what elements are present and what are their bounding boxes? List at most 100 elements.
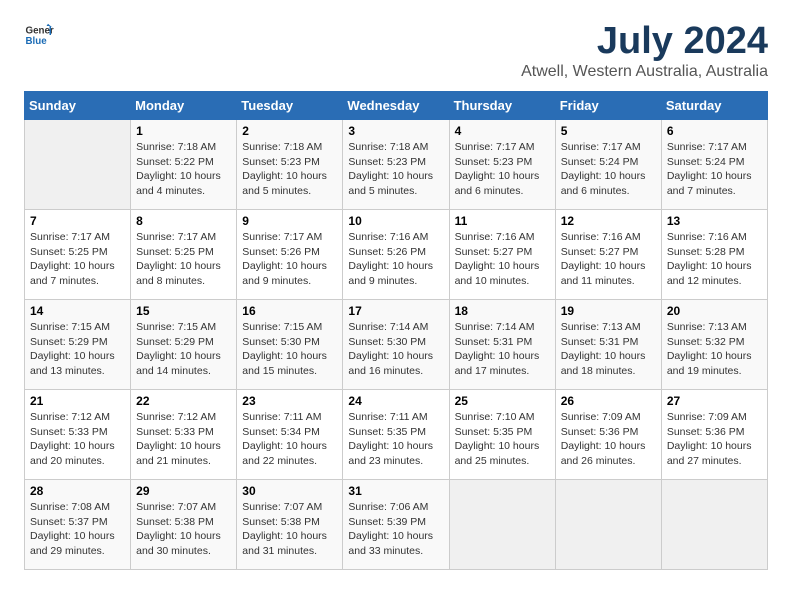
day-number: 8 xyxy=(136,214,231,228)
day-info: Sunrise: 7:16 AM Sunset: 5:27 PM Dayligh… xyxy=(561,230,656,289)
calendar-cell: 10Sunrise: 7:16 AM Sunset: 5:26 PM Dayli… xyxy=(343,210,449,300)
week-row-4: 28 Sunrise: 7:08 AM Sunset: 5:37 PM Dayli… xyxy=(25,480,768,570)
weekday-header-thursday: Thursday xyxy=(449,92,555,120)
calendar-cell xyxy=(661,480,767,570)
calendar-cell: 4 Sunrise: 7:17 AM Sunset: 5:23 PM Daylig… xyxy=(449,120,555,210)
weekday-header-sunday: Sunday xyxy=(25,92,131,120)
day-number: 24 xyxy=(348,394,443,408)
weekday-header-monday: Monday xyxy=(131,92,237,120)
calendar-cell: 1 Sunrise: 7:18 AM Sunset: 5:22 PM Daylig… xyxy=(131,120,237,210)
day-number: 20 xyxy=(667,304,762,318)
day-info: Sunrise: 7:17 AM Sunset: 5:24 PM Dayligh… xyxy=(667,140,762,199)
calendar-cell: 15 Sunrise: 7:15 AM Sunset: 5:29 PM Dayli… xyxy=(131,300,237,390)
calendar-cell: 16 Sunrise: 7:15 AM Sunset: 5:30 PM Dayli… xyxy=(237,300,343,390)
day-info: Sunrise: 7:12 AM Sunset: 5:33 PM Dayligh… xyxy=(30,410,125,469)
calendar-cell: 22 Sunrise: 7:12 AM Sunset: 5:33 PM Dayli… xyxy=(131,390,237,480)
day-info: Sunrise: 7:16 AM Sunset: 5:26 PM Dayligh… xyxy=(348,230,443,289)
day-number: 23 xyxy=(242,394,337,408)
day-info: Sunrise: 7:17 AM Sunset: 5:24 PM Dayligh… xyxy=(561,140,656,199)
subtitle: Atwell, Western Australia, Australia xyxy=(521,63,768,81)
day-number: 1 xyxy=(136,124,231,138)
day-number: 30 xyxy=(242,484,337,498)
calendar-cell: 23Sunrise: 7:11 AM Sunset: 5:34 PM Dayli… xyxy=(237,390,343,480)
day-number: 5 xyxy=(561,124,656,138)
day-number: 31 xyxy=(348,484,443,498)
calendar-cell xyxy=(25,120,131,210)
day-number: 22 xyxy=(136,394,231,408)
calendar-table: SundayMondayTuesdayWednesdayThursdayFrid… xyxy=(24,91,768,570)
day-info: Sunrise: 7:16 AM Sunset: 5:28 PM Dayligh… xyxy=(667,230,762,289)
day-info: Sunrise: 7:16 AM Sunset: 5:27 PM Dayligh… xyxy=(455,230,550,289)
day-info: Sunrise: 7:17 AM Sunset: 5:25 PM Dayligh… xyxy=(30,230,125,289)
day-info: Sunrise: 7:13 AM Sunset: 5:32 PM Dayligh… xyxy=(667,320,762,379)
logo: General Blue xyxy=(24,20,54,50)
calendar-cell xyxy=(449,480,555,570)
day-info: Sunrise: 7:08 AM Sunset: 5:37 PM Dayligh… xyxy=(30,500,125,559)
weekday-header-friday: Friday xyxy=(555,92,661,120)
calendar-cell: 8Sunrise: 7:17 AM Sunset: 5:25 PM Daylig… xyxy=(131,210,237,300)
calendar-cell: 31 Sunrise: 7:06 AM Sunset: 5:39 PM Dayli… xyxy=(343,480,449,570)
day-info: Sunrise: 7:18 AM Sunset: 5:23 PM Dayligh… xyxy=(242,140,337,199)
calendar-cell: 5 Sunrise: 7:17 AM Sunset: 5:24 PM Daylig… xyxy=(555,120,661,210)
day-info: Sunrise: 7:18 AM Sunset: 5:22 PM Dayligh… xyxy=(136,140,231,199)
day-number: 6 xyxy=(667,124,762,138)
calendar-cell: 18 Sunrise: 7:14 AM Sunset: 5:31 PM Dayli… xyxy=(449,300,555,390)
day-number: 27 xyxy=(667,394,762,408)
day-number: 18 xyxy=(455,304,550,318)
calendar-cell: 29 Sunrise: 7:07 AM Sunset: 5:38 PM Dayli… xyxy=(131,480,237,570)
calendar-cell: 24 Sunrise: 7:11 AM Sunset: 5:35 PM Dayli… xyxy=(343,390,449,480)
day-info: Sunrise: 7:15 AM Sunset: 5:29 PM Dayligh… xyxy=(30,320,125,379)
calendar-cell: 30Sunrise: 7:07 AM Sunset: 5:38 PM Dayli… xyxy=(237,480,343,570)
day-number: 29 xyxy=(136,484,231,498)
day-info: Sunrise: 7:17 AM Sunset: 5:23 PM Dayligh… xyxy=(455,140,550,199)
title-block: July 2024 Atwell, Western Australia, Aus… xyxy=(521,20,768,81)
calendar-cell: 27 Sunrise: 7:09 AM Sunset: 5:36 PM Dayli… xyxy=(661,390,767,480)
day-info: Sunrise: 7:07 AM Sunset: 5:38 PM Dayligh… xyxy=(136,500,231,559)
calendar-cell: 2 Sunrise: 7:18 AM Sunset: 5:23 PM Daylig… xyxy=(237,120,343,210)
calendar-cell: 13Sunrise: 7:16 AM Sunset: 5:28 PM Dayli… xyxy=(661,210,767,300)
day-number: 21 xyxy=(30,394,125,408)
day-info: Sunrise: 7:11 AM Sunset: 5:35 PM Dayligh… xyxy=(348,410,443,469)
header: General Blue July 2024 Atwell, Western A… xyxy=(24,20,768,81)
day-info: Sunrise: 7:15 AM Sunset: 5:29 PM Dayligh… xyxy=(136,320,231,379)
calendar-cell: 26Sunrise: 7:09 AM Sunset: 5:36 PM Dayli… xyxy=(555,390,661,480)
day-number: 2 xyxy=(242,124,337,138)
calendar-cell: 12 Sunrise: 7:16 AM Sunset: 5:27 PM Dayli… xyxy=(555,210,661,300)
calendar-cell: 14 Sunrise: 7:15 AM Sunset: 5:29 PM Dayli… xyxy=(25,300,131,390)
weekday-header-wednesday: Wednesday xyxy=(343,92,449,120)
day-info: Sunrise: 7:10 AM Sunset: 5:35 PM Dayligh… xyxy=(455,410,550,469)
calendar-cell: 3Sunrise: 7:18 AM Sunset: 5:23 PM Daylig… xyxy=(343,120,449,210)
day-number: 25 xyxy=(455,394,550,408)
day-number: 9 xyxy=(242,214,337,228)
day-number: 28 xyxy=(30,484,125,498)
day-info: Sunrise: 7:14 AM Sunset: 5:31 PM Dayligh… xyxy=(455,320,550,379)
calendar-cell: 17Sunrise: 7:14 AM Sunset: 5:30 PM Dayli… xyxy=(343,300,449,390)
day-number: 4 xyxy=(455,124,550,138)
weekday-header-tuesday: Tuesday xyxy=(237,92,343,120)
calendar-cell: 19Sunrise: 7:13 AM Sunset: 5:31 PM Dayli… xyxy=(555,300,661,390)
day-info: Sunrise: 7:06 AM Sunset: 5:39 PM Dayligh… xyxy=(348,500,443,559)
day-info: Sunrise: 7:14 AM Sunset: 5:30 PM Dayligh… xyxy=(348,320,443,379)
day-number: 12 xyxy=(561,214,656,228)
day-number: 11 xyxy=(455,214,550,228)
day-info: Sunrise: 7:15 AM Sunset: 5:30 PM Dayligh… xyxy=(242,320,337,379)
day-info: Sunrise: 7:12 AM Sunset: 5:33 PM Dayligh… xyxy=(136,410,231,469)
day-number: 16 xyxy=(242,304,337,318)
day-info: Sunrise: 7:09 AM Sunset: 5:36 PM Dayligh… xyxy=(667,410,762,469)
svg-text:Blue: Blue xyxy=(26,36,48,47)
day-number: 7 xyxy=(30,214,125,228)
week-row-2: 14 Sunrise: 7:15 AM Sunset: 5:29 PM Dayli… xyxy=(25,300,768,390)
calendar-cell: 9 Sunrise: 7:17 AM Sunset: 5:26 PM Daylig… xyxy=(237,210,343,300)
day-number: 19 xyxy=(561,304,656,318)
day-number: 26 xyxy=(561,394,656,408)
day-info: Sunrise: 7:17 AM Sunset: 5:26 PM Dayligh… xyxy=(242,230,337,289)
calendar-cell: 7 Sunrise: 7:17 AM Sunset: 5:25 PM Daylig… xyxy=(25,210,131,300)
weekday-header-row: SundayMondayTuesdayWednesdayThursdayFrid… xyxy=(25,92,768,120)
day-number: 3 xyxy=(348,124,443,138)
calendar-cell: 25 Sunrise: 7:10 AM Sunset: 5:35 PM Dayli… xyxy=(449,390,555,480)
week-row-1: 7 Sunrise: 7:17 AM Sunset: 5:25 PM Daylig… xyxy=(25,210,768,300)
week-row-3: 21 Sunrise: 7:12 AM Sunset: 5:33 PM Dayli… xyxy=(25,390,768,480)
logo-icon: General Blue xyxy=(24,20,54,50)
day-number: 14 xyxy=(30,304,125,318)
day-number: 15 xyxy=(136,304,231,318)
